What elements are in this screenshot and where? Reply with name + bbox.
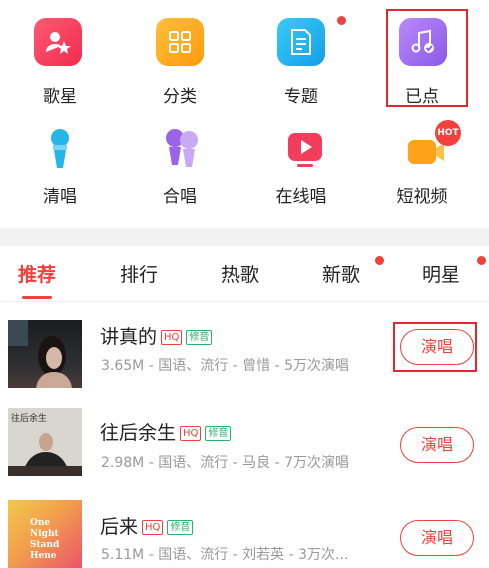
album-cover: 往后余生 <box>8 408 82 476</box>
category-label: 清唱 <box>43 187 77 207</box>
category-label: 在线唱 <box>275 187 327 207</box>
category-grid-icon <box>156 18 204 66</box>
song-meta: 2.98M - 国语、流行 - 马良 - 7万次演唱 <box>101 455 350 471</box>
category-label: 分类 <box>163 87 197 107</box>
cover-title: 往后余生 <box>11 414 48 424</box>
song-title: 往后余生 <box>100 422 177 444</box>
tab-active-indicator <box>22 296 52 299</box>
sing-button[interactable]: 演唱 <box>400 427 474 463</box>
album-cover <box>8 320 82 388</box>
hq-badge: HQ <box>161 330 183 345</box>
category-label: 合唱 <box>163 187 197 207</box>
tab-recommend[interactable]: 推荐 <box>18 260 56 287</box>
list-item[interactable]: 往后余生 往后余生 HQ 修音 2.98M - 国语、流行 - 马良 - 7万次演唱… <box>0 396 489 490</box>
song-title: 后来 <box>100 516 139 538</box>
singer-star-icon <box>34 18 82 66</box>
category-label: 短视频 <box>396 187 448 207</box>
album-cover: One Night Stand Hene <box>8 500 82 568</box>
tune-badge: 修音 <box>186 330 213 345</box>
tune-badge: 修音 <box>167 520 194 535</box>
song-tabs: 推荐 排行 热歌 新歌 明星 <box>0 246 489 302</box>
category-duet[interactable]: 合唱 <box>120 126 240 216</box>
hot-badge: HOT <box>435 120 461 146</box>
song-meta: 5.11M - 国语、流行 - 刘若英 - 3万次... <box>101 547 349 563</box>
hq-badge: HQ <box>142 520 164 535</box>
tune-badge: 修音 <box>205 426 232 441</box>
category-topic[interactable]: 专题 <box>241 18 361 108</box>
category-short-video[interactable]: HOT 短视频 <box>362 120 482 216</box>
highlight-box-ordered <box>386 9 468 107</box>
category-online-sing[interactable]: 在线唱 <box>241 126 361 216</box>
notification-dot <box>337 16 346 25</box>
tab-hot-songs[interactable]: 热歌 <box>221 260 259 287</box>
tab-ranking[interactable]: 排行 <box>120 260 158 287</box>
category-singer[interactable]: 歌星 <box>0 18 120 108</box>
topic-document-icon <box>277 18 325 66</box>
category-acapella[interactable]: 清唱 <box>0 126 120 216</box>
category-type[interactable]: 分类 <box>120 18 240 108</box>
notification-dot <box>375 256 384 265</box>
cover-title: One Night Stand Hene <box>30 518 60 561</box>
song-meta: 3.65M - 国语、流行 - 曾惜 - 5万次演唱 <box>101 358 350 374</box>
category-label: 专题 <box>284 87 318 107</box>
online-play-icon <box>281 126 329 174</box>
category-label: 歌星 <box>43 87 77 107</box>
sing-button[interactable]: 演唱 <box>400 520 474 556</box>
tab-new-songs[interactable]: 新歌 <box>322 260 360 287</box>
tab-stars[interactable]: 明星 <box>422 260 460 287</box>
hq-badge: HQ <box>180 426 202 441</box>
list-item[interactable]: One Night Stand Hene 后来 HQ 修音 5.11M - 国语、流… <box>0 490 489 568</box>
highlight-box-sing <box>393 322 477 372</box>
song-title: 讲真的 <box>100 326 158 348</box>
duet-microphones-icon <box>158 126 206 174</box>
microphone-icon <box>36 126 84 174</box>
notification-dot <box>477 256 486 265</box>
